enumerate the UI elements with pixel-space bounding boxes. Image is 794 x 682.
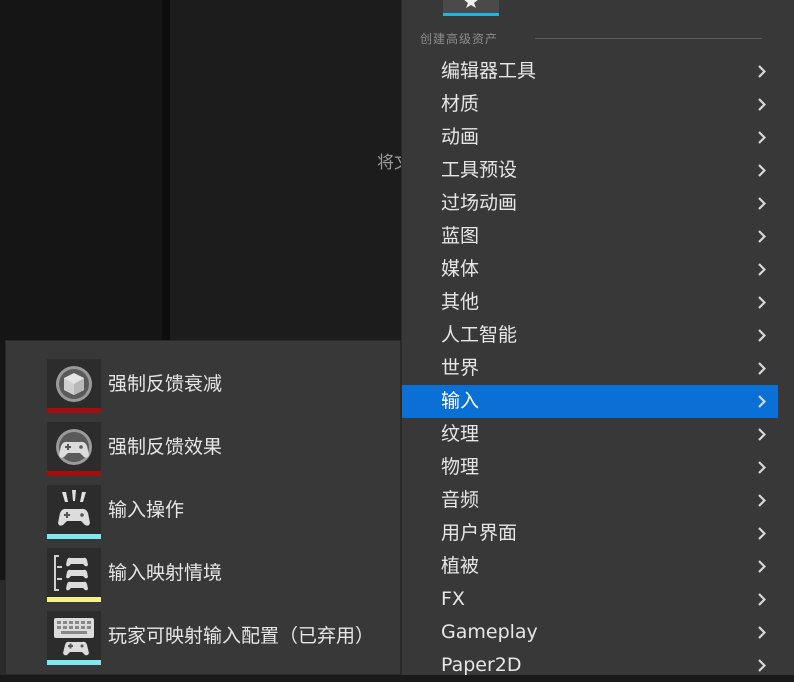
menu-item-label: 动画 — [441, 126, 480, 148]
menu-item[interactable]: 过场动画 — [402, 187, 780, 220]
chevron-right-icon — [758, 65, 766, 78]
submenu-item-label: 输入操作 — [108, 499, 185, 521]
submenu-item[interactable]: 输入操作 — [47, 485, 397, 539]
menu-item-label: 音频 — [441, 489, 480, 511]
menu-item-label: Gameplay — [441, 621, 538, 643]
menu-item[interactable]: 其他 — [402, 286, 780, 319]
submenu-item-label: 强制反馈衰减 — [108, 373, 223, 395]
menu-item-label: 过场动画 — [441, 192, 518, 214]
asset-thumbnail — [47, 422, 101, 476]
menu-item[interactable]: Paper2D — [402, 649, 780, 682]
chevron-right-icon — [758, 230, 766, 243]
menu-item-label: 世界 — [441, 357, 480, 379]
menu-item[interactable]: 纹理 — [402, 418, 780, 451]
chevron-right-icon — [758, 263, 766, 276]
menu-item-label: 蓝图 — [441, 225, 480, 247]
chevron-right-icon — [758, 494, 766, 507]
asset-type-color-bar — [47, 408, 101, 413]
asset-thumbnail — [47, 485, 101, 539]
asset-thumbnail — [47, 359, 101, 413]
section-divider — [535, 38, 762, 39]
menu-item[interactable]: 工具预设 — [402, 154, 780, 187]
menu-item-label: Paper2D — [441, 654, 522, 676]
asset-type-color-bar — [47, 660, 101, 665]
menu-item-label: 其他 — [441, 291, 480, 313]
menu-item[interactable]: 世界 — [402, 352, 780, 385]
menu-item-label: FX — [441, 588, 465, 610]
chevron-right-icon — [758, 362, 766, 375]
chevron-right-icon — [758, 560, 766, 573]
star-icon — [464, 0, 478, 8]
chevron-right-icon — [758, 164, 766, 177]
menu-item-label: 材质 — [441, 93, 480, 115]
menu-item-label: 物理 — [441, 456, 480, 478]
menu-item-label: 人工智能 — [441, 324, 518, 346]
asset-thumbnail[interactable] — [443, 0, 499, 16]
menu-item[interactable]: FX — [402, 583, 780, 616]
submenu-item-label: 输入映射情境 — [108, 562, 223, 584]
chevron-right-icon — [758, 296, 766, 309]
menu-item[interactable]: 蓝图 — [402, 220, 780, 253]
submenu-item-label: 玩家可映射输入配置（已弃用） — [108, 625, 375, 647]
asset-thumbnail — [47, 611, 101, 665]
menu-item[interactable]: 动画 — [402, 121, 780, 154]
section-header: 创建高级资产 — [420, 32, 499, 46]
asset-type-color-bar — [47, 534, 101, 539]
menu-item-label: 媒体 — [441, 258, 480, 280]
submenu-item-label: 强制反馈效果 — [108, 436, 223, 458]
chevron-right-icon — [758, 659, 766, 672]
menu-item[interactable]: 输入 — [402, 385, 780, 418]
menu-item[interactable]: 编辑器工具 — [402, 55, 780, 88]
submenu-item[interactable]: 输入映射情境 — [47, 548, 397, 602]
menu-item[interactable]: 物理 — [402, 451, 780, 484]
menu-item[interactable]: 媒体 — [402, 253, 780, 286]
menu-item-label: 纹理 — [441, 423, 480, 445]
menu-item-label: 用户界面 — [441, 522, 518, 544]
menu-item-label: 输入 — [441, 390, 480, 412]
menu-item[interactable]: 材质 — [402, 88, 780, 121]
menu-item[interactable]: 用户界面 — [402, 517, 780, 550]
input-submenu: 强制反馈衰减 强制反馈效果 输入操作输入映射情境玩家可映射输入配置（已弃用） — [5, 340, 401, 675]
submenu-item[interactable]: 强制反馈衰减 — [47, 359, 397, 413]
menu-item-label: 编辑器工具 — [441, 60, 537, 82]
menu-item[interactable]: Gameplay — [402, 616, 780, 649]
menu-item-list: 编辑器工具材质动画工具预设过场动画蓝图媒体其他人工智能世界输入纹理物理音频用户界… — [402, 55, 780, 682]
menu-item-label: 工具预设 — [441, 159, 518, 181]
menu-item-label: 植被 — [441, 555, 480, 577]
submenu-item[interactable]: 强制反馈效果 — [47, 422, 397, 476]
chevron-right-icon — [758, 626, 766, 639]
menu-item[interactable]: 植被 — [402, 550, 780, 583]
menu-item[interactable]: 人工智能 — [402, 319, 780, 352]
chevron-right-icon — [758, 395, 766, 408]
menu-item[interactable]: 音频 — [402, 484, 780, 517]
chevron-right-icon — [758, 428, 766, 441]
chevron-right-icon — [758, 98, 766, 111]
scrollbar[interactable] — [778, 0, 794, 675]
asset-type-color-bar — [47, 471, 101, 476]
create-asset-menu: 创建高级资产 编辑器工具材质动画工具预设过场动画蓝图媒体其他人工智能世界输入纹理… — [401, 0, 794, 676]
chevron-right-icon — [758, 197, 766, 210]
chevron-right-icon — [758, 329, 766, 342]
chevron-right-icon — [758, 461, 766, 474]
submenu-item[interactable]: 玩家可映射输入配置（已弃用） — [47, 611, 397, 665]
chevron-right-icon — [758, 527, 766, 540]
asset-thumbnail — [47, 548, 101, 602]
asset-type-color-bar — [47, 597, 101, 602]
chevron-right-icon — [758, 131, 766, 144]
chevron-right-icon — [758, 593, 766, 606]
